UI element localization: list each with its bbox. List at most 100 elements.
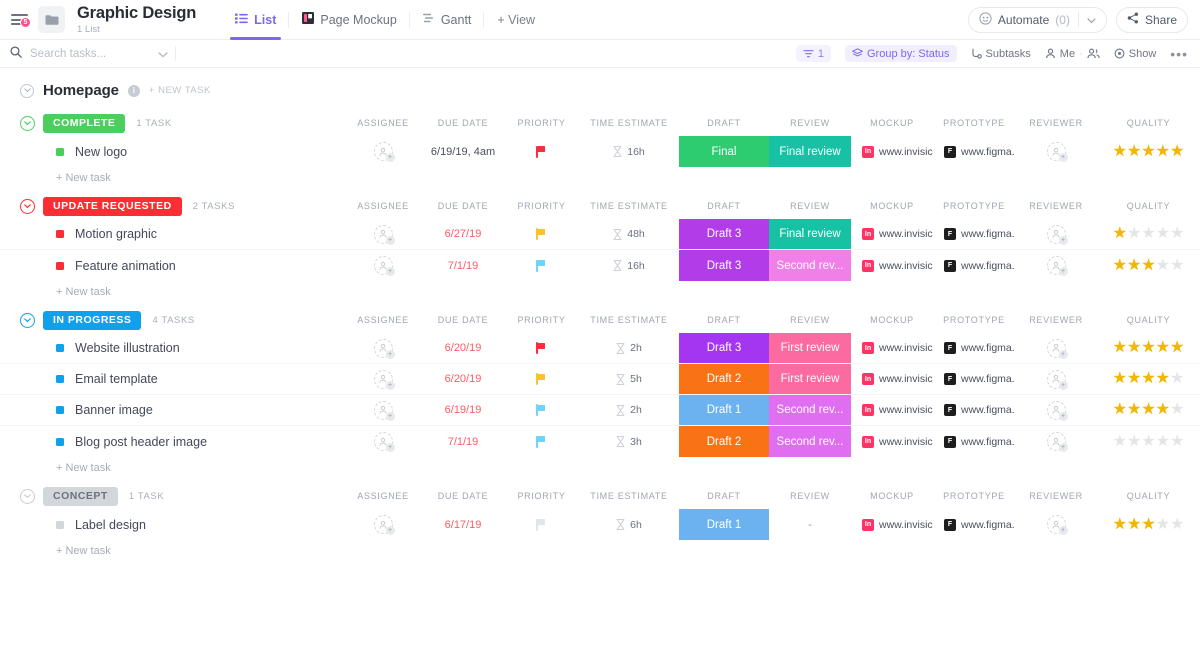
star-icon[interactable]: ★ bbox=[1127, 371, 1141, 387]
cell-priority[interactable] bbox=[504, 509, 579, 540]
cell-assignee[interactable]: + bbox=[344, 364, 422, 394]
draft-status-chip[interactable]: Draft 3 bbox=[679, 250, 769, 281]
task-status-dot[interactable] bbox=[56, 261, 64, 270]
mockup-link[interactable]: In www.invisic bbox=[851, 342, 933, 354]
task-status-dot[interactable] bbox=[56, 147, 64, 156]
quality-rating[interactable]: ★ ★ ★ ★ ★ bbox=[1113, 226, 1185, 242]
star-icon[interactable]: ★ bbox=[1113, 340, 1127, 356]
star-icon[interactable]: ★ bbox=[1156, 516, 1170, 533]
table-row[interactable]: Blog post header image + 7/1/19 3h Draft… bbox=[0, 426, 1200, 457]
cell-assignee[interactable]: + bbox=[344, 250, 422, 281]
cell-priority[interactable] bbox=[504, 395, 579, 425]
cell-draft[interactable]: Draft 3 bbox=[679, 333, 769, 363]
group-by-button[interactable]: Group by: Status bbox=[845, 45, 957, 62]
review-status-chip[interactable]: Second rev... bbox=[769, 426, 851, 457]
mockup-link[interactable]: In www.invisic bbox=[851, 145, 933, 158]
star-icon[interactable]: ★ bbox=[1127, 257, 1141, 274]
priority-flag-icon[interactable] bbox=[536, 518, 547, 531]
star-icon[interactable]: ★ bbox=[1127, 226, 1141, 242]
quality-rating[interactable]: ★ ★ ★ ★ ★ bbox=[1113, 516, 1185, 533]
task-status-dot[interactable] bbox=[56, 406, 64, 414]
add-assignee-icon[interactable]: + bbox=[373, 400, 395, 421]
cell-time-estimate[interactable]: 16h bbox=[579, 136, 679, 167]
add-new-task-button[interactable]: + New task bbox=[0, 281, 1200, 303]
search-chevron-down-icon[interactable] bbox=[158, 45, 168, 63]
plus-icon[interactable]: + bbox=[1058, 153, 1068, 162]
cell-priority[interactable] bbox=[504, 426, 579, 457]
draft-status-chip[interactable]: Draft 1 bbox=[679, 509, 769, 540]
star-icon[interactable]: ★ bbox=[1113, 402, 1127, 418]
cell-due-date[interactable]: 6/19/19 bbox=[422, 395, 504, 425]
plus-icon[interactable]: + bbox=[385, 380, 395, 390]
add-new-task-button[interactable]: + New task bbox=[0, 167, 1200, 189]
cell-prototype[interactable]: Fwww.figma. bbox=[933, 333, 1015, 363]
cell-due-date[interactable]: 7/1/19 bbox=[422, 426, 504, 457]
list-collapse-toggle[interactable] bbox=[20, 83, 34, 98]
star-icon[interactable]: ★ bbox=[1141, 340, 1155, 356]
add-reviewer-icon[interactable]: + bbox=[1046, 400, 1068, 421]
plus-icon[interactable]: + bbox=[1058, 267, 1068, 276]
table-row[interactable]: Feature animation + 7/1/19 16h Draft 3 S… bbox=[0, 250, 1200, 281]
mockup-link[interactable]: In www.invisic bbox=[851, 228, 933, 240]
add-assignee-icon[interactable]: + bbox=[373, 515, 395, 535]
cell-mockup[interactable]: In www.invisic bbox=[851, 509, 933, 540]
star-icon[interactable]: ★ bbox=[1156, 402, 1170, 418]
star-icon[interactable]: ★ bbox=[1156, 143, 1170, 160]
task-status-dot[interactable] bbox=[56, 230, 64, 238]
group-collapse-toggle[interactable] bbox=[20, 488, 35, 504]
review-status-chip[interactable]: Second rev... bbox=[769, 395, 851, 425]
cell-time-estimate[interactable]: 48h bbox=[579, 219, 679, 249]
prototype-link[interactable]: Fwww.figma. bbox=[933, 145, 1015, 158]
star-icon[interactable]: ★ bbox=[1127, 516, 1141, 533]
cell-review[interactable]: First review bbox=[769, 364, 851, 394]
cell-draft[interactable]: Draft 3 bbox=[679, 219, 769, 249]
star-icon[interactable]: ★ bbox=[1141, 257, 1155, 274]
add-reviewer-icon[interactable]: + bbox=[1046, 432, 1068, 452]
cell-draft[interactable]: Draft 1 bbox=[679, 509, 769, 540]
add-reviewer-icon[interactable]: + bbox=[1046, 224, 1068, 245]
draft-status-chip[interactable]: Draft 3 bbox=[679, 219, 769, 249]
task-name-cell[interactable]: Website illustration bbox=[0, 333, 180, 363]
priority-flag-icon[interactable] bbox=[536, 373, 547, 385]
star-icon[interactable]: ★ bbox=[1170, 402, 1184, 418]
review-status-chip[interactable]: First review bbox=[769, 364, 851, 394]
task-status-dot[interactable] bbox=[56, 520, 64, 529]
star-icon[interactable]: ★ bbox=[1156, 257, 1170, 274]
status-badge[interactable]: COMPLETE bbox=[43, 113, 126, 133]
star-icon[interactable]: ★ bbox=[1156, 371, 1170, 387]
cell-draft[interactable]: Final bbox=[679, 136, 769, 167]
draft-status-chip[interactable]: Draft 2 bbox=[679, 426, 769, 457]
mockup-link[interactable]: In www.invisic bbox=[851, 373, 933, 385]
star-icon[interactable]: ★ bbox=[1141, 371, 1155, 387]
search-box[interactable] bbox=[0, 45, 175, 63]
quality-rating[interactable]: ★ ★ ★ ★ ★ bbox=[1113, 143, 1185, 160]
cell-priority[interactable] bbox=[504, 219, 579, 249]
cell-reviewer[interactable]: + bbox=[1015, 250, 1097, 281]
task-name-cell[interactable]: Email template bbox=[0, 364, 158, 394]
cell-priority[interactable] bbox=[504, 333, 579, 363]
cell-review[interactable]: - bbox=[769, 509, 851, 540]
prototype-link[interactable]: Fwww.figma. bbox=[933, 435, 1015, 448]
cell-quality[interactable]: ★ ★ ★ ★ ★ bbox=[1097, 219, 1200, 249]
star-icon[interactable]: ★ bbox=[1141, 226, 1155, 242]
task-status-dot[interactable] bbox=[56, 375, 64, 383]
new-task-header-button[interactable]: + NEW TASK bbox=[149, 85, 211, 96]
add-assignee-icon[interactable]: + bbox=[373, 224, 395, 245]
add-assignee-icon[interactable]: + bbox=[373, 432, 395, 452]
status-badge[interactable]: CONCEPT bbox=[43, 486, 118, 506]
sidebar-toggle[interactable]: 5 bbox=[0, 14, 38, 28]
review-status-chip[interactable]: First review bbox=[769, 333, 851, 363]
priority-flag-icon[interactable] bbox=[536, 404, 547, 416]
mockup-link[interactable]: In www.invisic bbox=[851, 404, 933, 416]
priority-flag-icon[interactable] bbox=[536, 342, 547, 354]
cell-quality[interactable]: ★ ★ ★ ★ ★ bbox=[1097, 136, 1200, 167]
cell-time-estimate[interactable]: 3h bbox=[579, 426, 679, 457]
star-icon[interactable]: ★ bbox=[1170, 143, 1184, 160]
star-icon[interactable]: ★ bbox=[1170, 257, 1184, 274]
cell-assignee[interactable]: + bbox=[344, 509, 422, 540]
add-reviewer-icon[interactable]: + bbox=[1046, 369, 1068, 390]
folder-icon[interactable] bbox=[38, 6, 65, 33]
cell-priority[interactable] bbox=[504, 136, 579, 167]
cell-quality[interactable]: ★ ★ ★ ★ ★ bbox=[1097, 395, 1200, 425]
cell-time-estimate[interactable]: 16h bbox=[579, 250, 679, 281]
